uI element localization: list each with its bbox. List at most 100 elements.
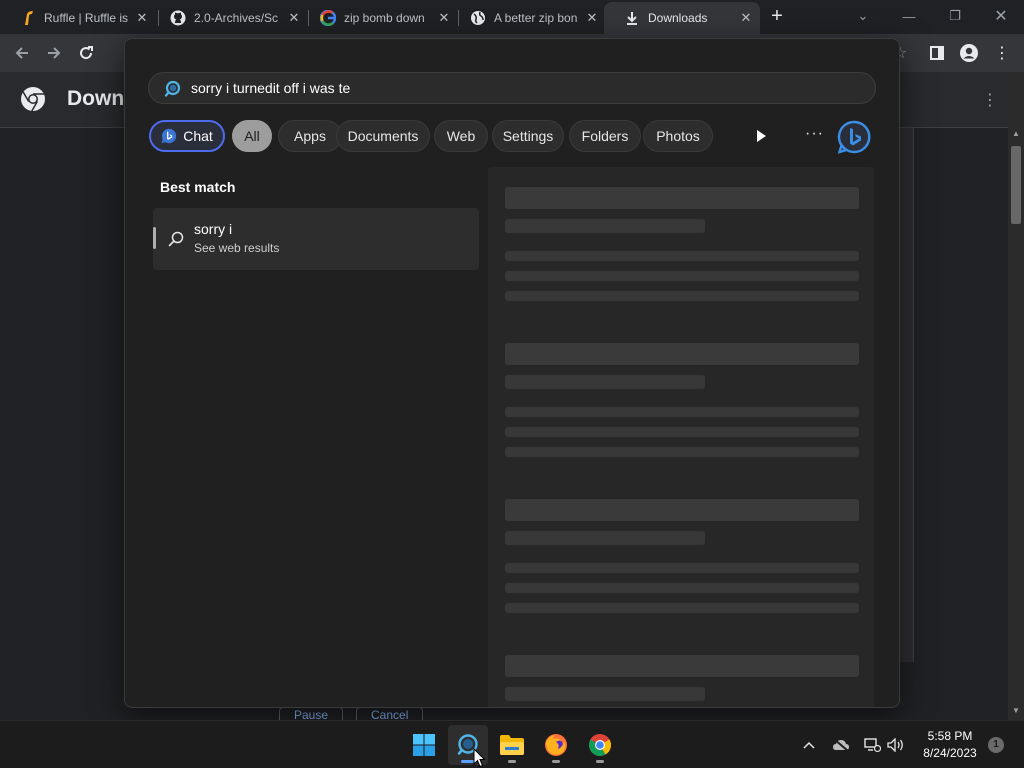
web-search-icon <box>168 231 184 247</box>
filter-chat[interactable]: Chat <box>149 120 225 152</box>
start-button[interactable] <box>404 725 444 765</box>
kebab-menu-icon[interactable]: ⋮ <box>992 43 1012 63</box>
volume-icon[interactable] <box>886 735 906 755</box>
notification-badge[interactable]: 1 <box>988 737 1004 753</box>
side-panel-icon[interactable] <box>927 43 947 63</box>
loading-placeholder <box>505 271 859 281</box>
forward-icon[interactable] <box>44 43 64 63</box>
system-clock[interactable]: 5:58 PM 8/24/2023 <box>910 728 990 762</box>
loading-placeholder <box>505 447 859 457</box>
kebab-menu-icon[interactable]: ⋮ <box>982 90 998 110</box>
taskbar: 5:58 PM 8/24/2023 1 <box>0 720 1024 768</box>
tab-google[interactable]: zip bomb down ✕ <box>300 4 458 32</box>
result-title: sorry i <box>194 221 233 237</box>
tab-title: zip bomb down <box>344 11 425 25</box>
download-icon <box>624 10 640 26</box>
running-indicator <box>552 760 560 763</box>
tab-github[interactable]: 2.0-Archives/Sc ✕ <box>150 4 308 32</box>
bing-chat-icon <box>161 128 177 144</box>
taskbar-file-explorer[interactable] <box>492 725 532 765</box>
best-match-heading: Best match <box>160 179 236 195</box>
search-box[interactable] <box>148 72 876 104</box>
selection-indicator <box>153 227 156 249</box>
tab-title: 2.0-Archives/Sc <box>194 11 279 25</box>
filter-web[interactable]: Web <box>434 120 488 152</box>
loading-placeholder <box>505 603 859 613</box>
loading-placeholder <box>505 563 859 573</box>
close-icon[interactable]: ✕ <box>738 10 754 26</box>
best-match-result[interactable]: sorry i See web results <box>153 208 479 270</box>
chrome-logo-icon <box>21 87 45 112</box>
clock-date: 8/24/2023 <box>923 746 977 760</box>
ruffle-icon <box>20 10 36 26</box>
loading-placeholder <box>505 655 859 677</box>
filter-all[interactable]: All <box>232 120 272 152</box>
reload-icon[interactable] <box>76 43 96 63</box>
close-icon[interactable]: ✕ <box>584 10 600 26</box>
filter-chat-label: Chat <box>183 128 213 144</box>
play-icon[interactable] <box>753 127 769 145</box>
loading-placeholder <box>505 427 859 437</box>
github-icon <box>170 10 186 26</box>
loading-placeholder <box>505 499 859 521</box>
taskbar-firefox[interactable] <box>536 725 576 765</box>
restore-button[interactable]: ❐ <box>932 0 978 32</box>
globe-icon <box>470 10 486 26</box>
search-icon <box>164 80 181 97</box>
tab-ruffle[interactable]: Ruffle | Ruffle is ✕ <box>0 4 156 32</box>
more-options-icon[interactable]: ··· <box>805 125 824 143</box>
running-indicator <box>596 760 604 763</box>
tab-title: Downloads <box>648 11 708 25</box>
onedrive-offline-icon[interactable] <box>831 735 851 755</box>
file-explorer-icon <box>500 735 524 755</box>
close-icon[interactable]: ✕ <box>134 10 150 26</box>
mouse-cursor-icon <box>473 748 485 768</box>
google-icon <box>320 10 336 26</box>
filter-folders[interactable]: Folders <box>569 120 641 152</box>
filter-apps[interactable]: Apps <box>278 120 342 152</box>
running-indicator <box>508 760 516 763</box>
download-card <box>898 128 914 662</box>
windows-search-panel: Chat All Apps Documents Web Settings Fol… <box>124 38 900 708</box>
network-icon[interactable] <box>862 735 882 755</box>
bing-icon[interactable] <box>837 120 871 154</box>
profile-icon[interactable] <box>959 43 979 63</box>
close-window-button[interactable]: ✕ <box>978 0 1024 32</box>
search-input[interactable] <box>191 73 851 103</box>
loading-placeholder <box>505 343 859 365</box>
loading-placeholder <box>505 687 705 701</box>
result-subtitle: See web results <box>194 241 280 255</box>
show-hidden-icons-icon[interactable] <box>799 735 819 755</box>
loading-placeholder <box>505 291 859 301</box>
filter-settings[interactable]: Settings <box>492 120 564 152</box>
filter-photos[interactable]: Photos <box>643 120 713 152</box>
loading-placeholder <box>505 251 859 261</box>
scroll-up-icon[interactable]: ▲ <box>1012 129 1020 138</box>
start-icon <box>413 734 435 756</box>
loading-placeholder <box>505 219 705 233</box>
loading-placeholder <box>505 531 705 545</box>
tab-title: A better zip bon <box>494 11 578 25</box>
tab-zip-bomb-article[interactable]: A better zip bon ✕ <box>450 4 606 32</box>
loading-placeholder <box>505 407 859 417</box>
browser-tab-strip: Ruffle | Ruffle is ✕ 2.0-Archives/Sc ✕ z… <box>0 0 1024 34</box>
new-tab-button[interactable]: + <box>766 6 788 28</box>
tab-downloads[interactable]: Downloads ✕ <box>604 2 760 34</box>
tab-search-icon[interactable]: ⌄ <box>840 0 886 32</box>
tab-title: Ruffle | Ruffle is <box>44 11 129 25</box>
loading-placeholder <box>505 583 859 593</box>
minimize-button[interactable]: — <box>886 0 932 32</box>
scroll-thumb[interactable] <box>1011 146 1021 224</box>
scroll-down-icon[interactable]: ▼ <box>1012 706 1020 715</box>
clock-time: 5:58 PM <box>927 729 973 743</box>
loading-placeholder <box>505 187 859 209</box>
chrome-icon <box>589 734 611 756</box>
loading-placeholder <box>505 375 705 389</box>
filter-documents[interactable]: Documents <box>336 120 430 152</box>
page-scrollbar[interactable]: ▲ ▼ <box>1008 72 1024 720</box>
preview-pane-loading <box>488 167 874 707</box>
back-icon[interactable] <box>12 43 32 63</box>
taskbar-chrome[interactable] <box>580 725 620 765</box>
firefox-icon <box>545 734 567 756</box>
page-title: Down <box>67 87 125 110</box>
